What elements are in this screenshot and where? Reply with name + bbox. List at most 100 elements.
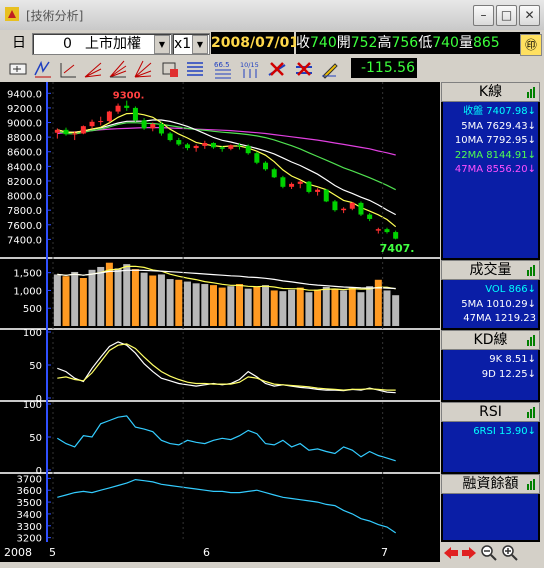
- indicator-value: 1010.29: [483, 298, 528, 310]
- y-tick-label: 1,000: [13, 286, 42, 297]
- volume-bar: [270, 290, 278, 326]
- candle-body: [280, 177, 286, 187]
- volume-bar: [71, 271, 79, 326]
- period-selector[interactable]: 日: [8, 33, 30, 53]
- volume-bar: [62, 276, 70, 326]
- multiplier-selector[interactable]: x1 ▼: [172, 33, 210, 55]
- candle-body: [106, 111, 112, 122]
- trend-arrow-icon: ↓: [527, 298, 536, 310]
- volume-bar: [192, 283, 200, 326]
- trend-arrow-icon: ↓: [527, 164, 536, 175]
- candle-body: [98, 121, 104, 123]
- percent-icon[interactable]: 66.5: [213, 59, 233, 79]
- volume-bar: [53, 274, 61, 326]
- fan-icon[interactable]: [83, 59, 103, 79]
- indicator-value-row: 9D 12.25↓: [443, 368, 538, 383]
- parallel-lines-icon[interactable]: [185, 59, 205, 79]
- candle-body: [332, 201, 338, 211]
- candle-body: [115, 105, 121, 112]
- volume-bar: [236, 284, 244, 326]
- quote-label: 量: [458, 35, 473, 51]
- title-bar: [技術分析] – □ ✕: [0, 0, 544, 31]
- volume-panel-header[interactable]: 成交量: [441, 260, 540, 280]
- chart-icon[interactable]: ㊞: [520, 34, 542, 56]
- fibonacci-fan-icon[interactable]: [108, 59, 128, 79]
- y-tick-label: 3700: [17, 474, 42, 485]
- k-line-panel-header[interactable]: K線: [441, 82, 540, 102]
- candle-body: [367, 214, 373, 219]
- candle-body: [193, 145, 199, 149]
- bars-icon: [527, 479, 535, 490]
- pointer-icon[interactable]: [8, 59, 28, 79]
- indicator-value-row: 10MA 7792.95↓: [443, 134, 538, 149]
- maximize-button[interactable]: □: [496, 5, 517, 26]
- trend-arrow-icon: ↓: [527, 135, 536, 146]
- candle-body: [63, 129, 69, 135]
- zoom-out-icon[interactable]: [481, 545, 497, 561]
- chart-area[interactable]: 9400.0 9200.0 9000.0 8800.0 8600.0 8400.0 8200…: [0, 82, 440, 542]
- candle-body: [80, 126, 86, 134]
- gann-fan-icon[interactable]: [133, 59, 153, 79]
- quote-value: 865: [472, 35, 500, 51]
- volume-bar: [97, 266, 105, 326]
- indicator-name: 47MA: [463, 313, 492, 324]
- y-tick-label: 8600.0: [7, 148, 42, 159]
- indicator-value: 7407.98: [483, 106, 528, 117]
- scroll-right-icon[interactable]: [461, 546, 477, 560]
- indicator-side-panel: K線 收盤 7407.98↓ 5MA 7629.43↓ 10MA 7792.95↓ 2…: [441, 82, 540, 542]
- margin-panel-header[interactable]: 融資餘額: [441, 474, 540, 494]
- chevron-down-icon[interactable]: ▼: [192, 35, 208, 54]
- y-tick-label: 8200.0: [7, 177, 42, 188]
- kd-panel-header[interactable]: KD線: [441, 330, 540, 350]
- k-line-values: 收盤 7407.98↓ 5MA 7629.43↓ 10MA 7792.95↓ 22MA…: [443, 102, 538, 258]
- clear-drawings-icon[interactable]: [294, 59, 314, 79]
- trend-arrow-icon: ↓: [527, 149, 536, 161]
- delete-drawing-icon[interactable]: [267, 59, 287, 79]
- date-display[interactable]: 2008/07/01: [211, 32, 299, 54]
- volume-bar: [79, 278, 87, 326]
- candle-body: [219, 147, 225, 149]
- cycle-icon[interactable]: [33, 59, 53, 79]
- rsi-panel-header[interactable]: RSI: [441, 402, 540, 422]
- ma22-line: [57, 122, 396, 191]
- quote-label: 高: [377, 35, 392, 51]
- volume-bar: [166, 279, 174, 326]
- indicator-value-row: 47MA 1219.23: [443, 312, 538, 327]
- multiplier-value: x1: [174, 36, 192, 52]
- chevron-down-icon[interactable]: ▼: [154, 35, 170, 54]
- rsi-line: [56, 415, 396, 462]
- candle-body: [132, 107, 138, 121]
- drawing-toolbar: 66.5 10/15: [0, 56, 544, 82]
- volume-bar: [157, 274, 165, 326]
- volume-bar: [314, 289, 322, 326]
- y-tick-label: 7800.0: [7, 206, 42, 217]
- minimize-button[interactable]: –: [473, 5, 494, 26]
- quote-label: 收: [296, 35, 310, 51]
- indicator-value-row: 收盤 7407.98↓: [443, 105, 538, 120]
- volume-bar: [253, 286, 261, 326]
- pen-icon[interactable]: [320, 59, 340, 79]
- stock-selector[interactable]: 0 上市加權 ▼: [32, 33, 172, 55]
- zoom-in-icon[interactable]: [502, 545, 518, 561]
- candle-body: [393, 232, 399, 239]
- bars-icon: [527, 87, 535, 98]
- y-tick-label: 50: [29, 433, 42, 444]
- volume-values: VOL 866↓ 5MA 1010.29↓ 47MA 1219.23: [443, 280, 538, 328]
- candle-body: [210, 142, 216, 148]
- app-icon: [5, 7, 19, 21]
- volume-bar: [348, 287, 356, 326]
- month-label: 6: [203, 546, 210, 559]
- scroll-left-icon[interactable]: [443, 546, 459, 560]
- time-ratio-icon[interactable]: 10/15: [240, 59, 260, 79]
- volume-bar: [123, 264, 131, 326]
- candle-body: [297, 181, 303, 184]
- box-icon[interactable]: [160, 59, 180, 79]
- channel-icon[interactable]: [58, 59, 78, 79]
- volume-bar: [131, 269, 139, 326]
- close-button[interactable]: ✕: [519, 5, 540, 26]
- y-tick-label: 9200.0: [7, 104, 42, 115]
- volume-bar: [175, 279, 183, 326]
- volume-panel-title: 成交量: [469, 262, 512, 278]
- candle-body: [375, 229, 381, 231]
- quote-value: 740: [432, 35, 459, 51]
